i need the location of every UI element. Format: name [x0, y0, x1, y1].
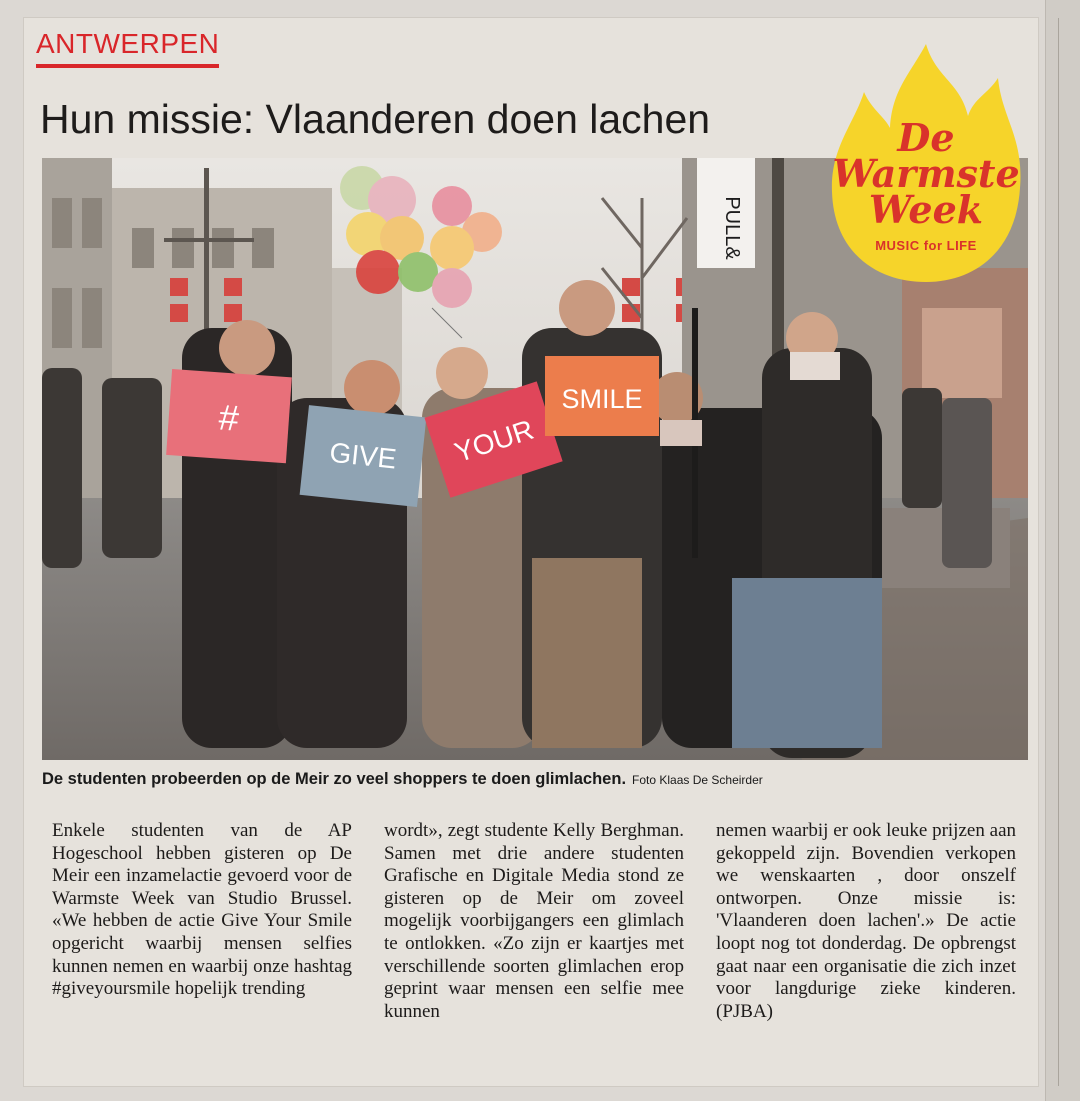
badge-tagline: MUSIC for LIFE: [875, 238, 977, 253]
article-column-2: wordt», zegt studente Kelly Berghman. Sa…: [384, 820, 684, 1023]
article-column-1: Enkele studenten van de AP Hogeschool he…: [52, 820, 352, 1001]
column-3-text: nemen waarbij er ook leuke prijzen aan g…: [716, 820, 1016, 1022]
photo-credit: Foto Klaas De Scheirder: [632, 773, 763, 787]
article-column-3: nemen waarbij er ook leuke prijzen aan g…: [716, 820, 1016, 1023]
photo-caption: De studenten probeerden op de Meir zo ve…: [42, 770, 1028, 789]
store-sign: PULL&: [721, 196, 743, 260]
column-2-text: wordt», zegt studente Kelly Berghman. Sa…: [384, 820, 684, 1022]
caption-text: De studenten probeerden op de Meir zo ve…: [42, 770, 627, 788]
sign-give: GIVE: [299, 405, 427, 508]
page-divider: [1058, 18, 1059, 1086]
smile-card: [660, 420, 702, 446]
article-body: Enkele studenten van de AP Hogeschool he…: [52, 820, 1022, 1070]
sign-smile-text: SMILE: [561, 384, 642, 414]
sign-hash: #: [166, 369, 292, 464]
sign-smile: SMILE: [545, 356, 659, 436]
warmste-week-badge: De Warmste Week MUSIC for LIFE: [828, 38, 1024, 284]
adjacent-page-edge: [1045, 0, 1080, 1101]
badge-title: De Warmste Week: [828, 119, 1024, 232]
column-1-text: Enkele studenten van de AP Hogeschool he…: [52, 820, 352, 1000]
sign-hash-text: #: [217, 396, 240, 438]
badge-line-3: Week: [868, 187, 984, 232]
smile-card: [790, 352, 840, 380]
headline: Hun missie: Vlaanderen doen lachen: [40, 96, 711, 142]
section-label: ANTWERPEN: [36, 28, 220, 68]
